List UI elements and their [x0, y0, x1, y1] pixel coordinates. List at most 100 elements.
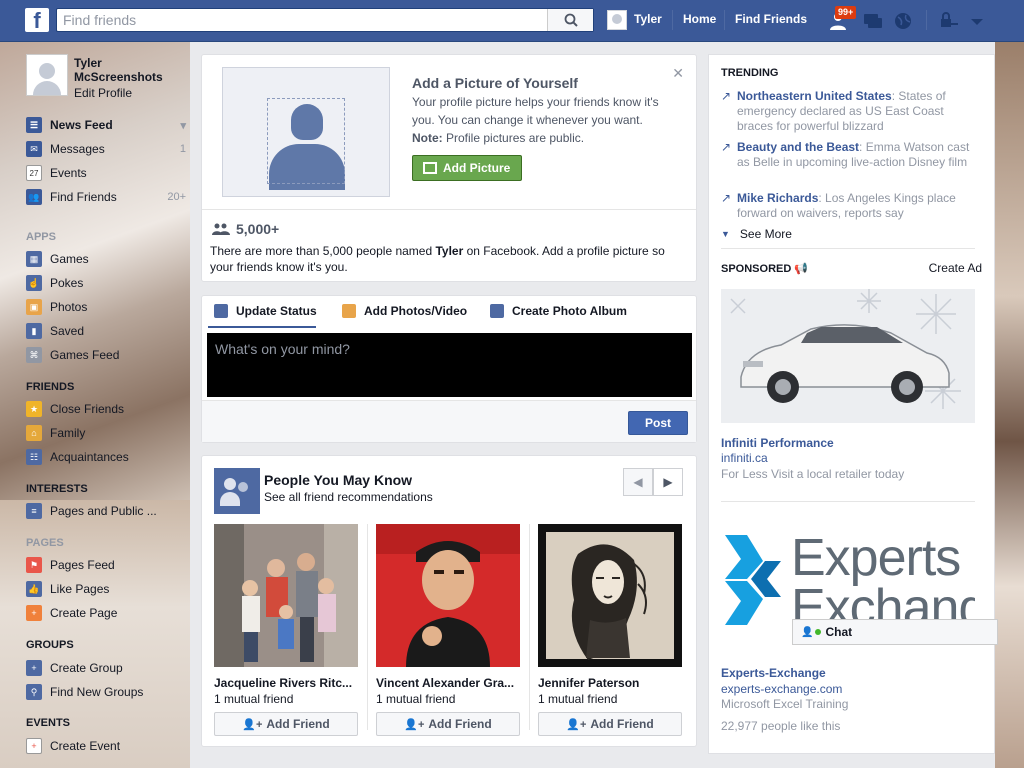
- close-icon[interactable]: ✕: [672, 65, 684, 82]
- divider: [367, 524, 368, 730]
- add-friend-icon: 👤+: [242, 718, 263, 731]
- people-count: 5,000+: [212, 221, 279, 237]
- facebook-logo-icon[interactable]: f: [25, 8, 49, 33]
- ad-image-car[interactable]: [721, 289, 975, 423]
- globe-notifications-icon[interactable]: [892, 11, 914, 31]
- people-count-description: There are more than 5,000 people named T…: [210, 244, 665, 274]
- sidebar-item-messages[interactable]: ✉ Messages 1: [26, 138, 186, 160]
- find-groups-icon: ⚲: [26, 684, 42, 700]
- family-icon: ⌂: [26, 425, 42, 441]
- ad-url[interactable]: experts-exchange.com: [721, 682, 842, 696]
- sidebar-item-pages-and-public[interactable]: ≡ Pages and Public ...: [26, 500, 186, 522]
- sidebar-item-news-feed[interactable]: ☰ News Feed ▾: [26, 114, 186, 136]
- chat-bar[interactable]: 👤 Chat: [792, 619, 998, 645]
- ad-title[interactable]: Infiniti Performance: [721, 436, 834, 450]
- previous-button[interactable]: ◀: [623, 468, 653, 496]
- interests-list-icon: ≡: [26, 503, 42, 519]
- chevron-right-icon: ▶: [663, 475, 673, 489]
- sidebar-item-create-event[interactable]: + Create Event: [26, 735, 186, 757]
- ad-url[interactable]: infiniti.ca: [721, 451, 768, 465]
- person-name[interactable]: Vincent Alexander Gra...: [376, 676, 520, 690]
- chevron-down-icon: ▼: [721, 229, 730, 239]
- create-ad-link[interactable]: Create Ad: [929, 261, 982, 275]
- person-photo[interactable]: [538, 524, 682, 667]
- add-picture-button[interactable]: Add Picture: [412, 155, 522, 181]
- tab-create-photo-album[interactable]: Create Photo Album: [490, 304, 627, 318]
- person-photo[interactable]: [376, 524, 520, 667]
- sidebar-item-acquaintances[interactable]: ☷ Acquaintances: [26, 446, 186, 468]
- search-button[interactable]: [547, 9, 593, 31]
- sidebar-item-games[interactable]: ▦ Games: [26, 248, 186, 270]
- news-feed-icon: ☰: [26, 117, 42, 133]
- sidebar-item-like-pages[interactable]: 👍 Like Pages: [26, 578, 186, 600]
- person-name[interactable]: Jacqueline Rivers Ritc...: [214, 676, 358, 690]
- options-chevron-icon[interactable]: ▾: [180, 119, 186, 132]
- nav-home-link[interactable]: Home: [683, 12, 716, 26]
- create-page-icon: +: [26, 605, 42, 621]
- sidebar-item-events[interactable]: 27 Events: [26, 162, 186, 184]
- avatar[interactable]: [26, 54, 68, 96]
- sidebar-item-create-page[interactable]: + Create Page: [26, 602, 186, 624]
- search-input[interactable]: [57, 9, 537, 31]
- pymk-title: People You May Know: [264, 472, 413, 488]
- notification-badge: 99+: [835, 6, 857, 19]
- sidebar-item-games-feed[interactable]: ⌘ Games Feed: [26, 344, 186, 366]
- person-photo[interactable]: [214, 524, 358, 667]
- next-button[interactable]: ▶: [653, 468, 683, 496]
- see-all-recommendations-link[interactable]: See all friend recommendations: [264, 490, 433, 504]
- nav-divider: [724, 10, 725, 30]
- sidebar-item-pokes[interactable]: ☝ Pokes: [26, 272, 186, 294]
- pages-feed-icon: ⚑: [26, 557, 42, 573]
- add-picture-title: Add a Picture of Yourself: [412, 75, 578, 91]
- trending-item[interactable]: ↗ Mike Richards: Los Angeles Kings place…: [721, 191, 977, 221]
- post-button[interactable]: Post: [628, 411, 688, 435]
- trending-item[interactable]: ↗ Northeastern United States: States of …: [721, 89, 977, 134]
- sidebar-item-family[interactable]: ⌂ Family: [26, 422, 186, 444]
- nav-find-friends-link[interactable]: Find Friends: [735, 12, 807, 26]
- experts-exchange-logo-icon: [725, 535, 781, 625]
- nav-profile-link[interactable]: Tyler: [634, 12, 662, 26]
- friends-icon: 👥: [26, 189, 42, 205]
- edit-profile-link[interactable]: Edit Profile: [74, 86, 132, 100]
- mutual-friends[interactable]: 1 mutual friend: [376, 692, 520, 706]
- sidebar-item-create-group[interactable]: + Create Group: [26, 657, 186, 679]
- sidebar-item-find-friends[interactable]: 👥 Find Friends 20+: [26, 186, 186, 208]
- tab-add-photos-video[interactable]: Add Photos/Video: [342, 304, 467, 318]
- online-status-icon: [815, 629, 822, 635]
- mutual-friends[interactable]: 1 mutual friend: [538, 692, 682, 706]
- sponsored-heading: SPONSORED 📢: [721, 263, 809, 275]
- status-input[interactable]: [207, 333, 692, 397]
- nav-avatar[interactable]: [607, 10, 627, 30]
- sidebar-item-photos[interactable]: ▣ Photos: [26, 296, 186, 318]
- ad-likes: 22,977 people like this: [721, 719, 841, 733]
- friends-heading: FRIENDS: [26, 381, 75, 393]
- sidebar-item-saved[interactable]: ▮ Saved: [26, 320, 186, 342]
- see-more-link[interactable]: ▼ See More: [721, 227, 792, 241]
- tab-update-status[interactable]: Update Status: [214, 304, 317, 318]
- status-input-area: [207, 333, 692, 397]
- profile-name[interactable]: Tyler McScreenshots: [74, 56, 184, 84]
- ad-description: For Less Visit a local retailer today: [721, 467, 905, 481]
- acquaintances-icon: ☷: [26, 449, 42, 465]
- active-tab-indicator: [208, 326, 316, 328]
- pencil-icon: [214, 304, 228, 318]
- sidebar-item-find-new-groups[interactable]: ⚲ Find New Groups: [26, 681, 186, 703]
- privacy-lock-icon[interactable]: [938, 11, 960, 31]
- messages-icon[interactable]: [862, 11, 884, 31]
- mutual-friends[interactable]: 1 mutual friend: [214, 692, 358, 706]
- person-name[interactable]: Jennifer Paterson: [538, 676, 682, 690]
- pokes-icon: ☝: [26, 275, 42, 291]
- add-friend-button[interactable]: 👤+ Add Friend: [376, 712, 520, 736]
- add-friend-button[interactable]: 👤+ Add Friend: [538, 712, 682, 736]
- sidebar-item-pages-feed[interactable]: ⚑ Pages Feed: [26, 554, 186, 576]
- add-picture-note: Note: Profile pictures are public.: [412, 131, 585, 145]
- chevron-down-icon[interactable]: [966, 11, 988, 31]
- camera-icon: [423, 162, 437, 174]
- sidebar-item-close-friends[interactable]: ★ Close Friends: [26, 398, 186, 420]
- trending-item[interactable]: ↗ Beauty and the Beast: Emma Watson cast…: [721, 140, 977, 170]
- add-friend-button[interactable]: 👤+ Add Friend: [214, 712, 358, 736]
- person-card: Jennifer Paterson 1 mutual friend 👤+ Add…: [538, 524, 682, 736]
- add-picture-card: ✕ Add a Picture of Yourself Your profile…: [201, 54, 697, 282]
- trending-arrow-icon: ↗: [721, 140, 732, 154]
- ad-title[interactable]: Experts-Exchange: [721, 666, 826, 680]
